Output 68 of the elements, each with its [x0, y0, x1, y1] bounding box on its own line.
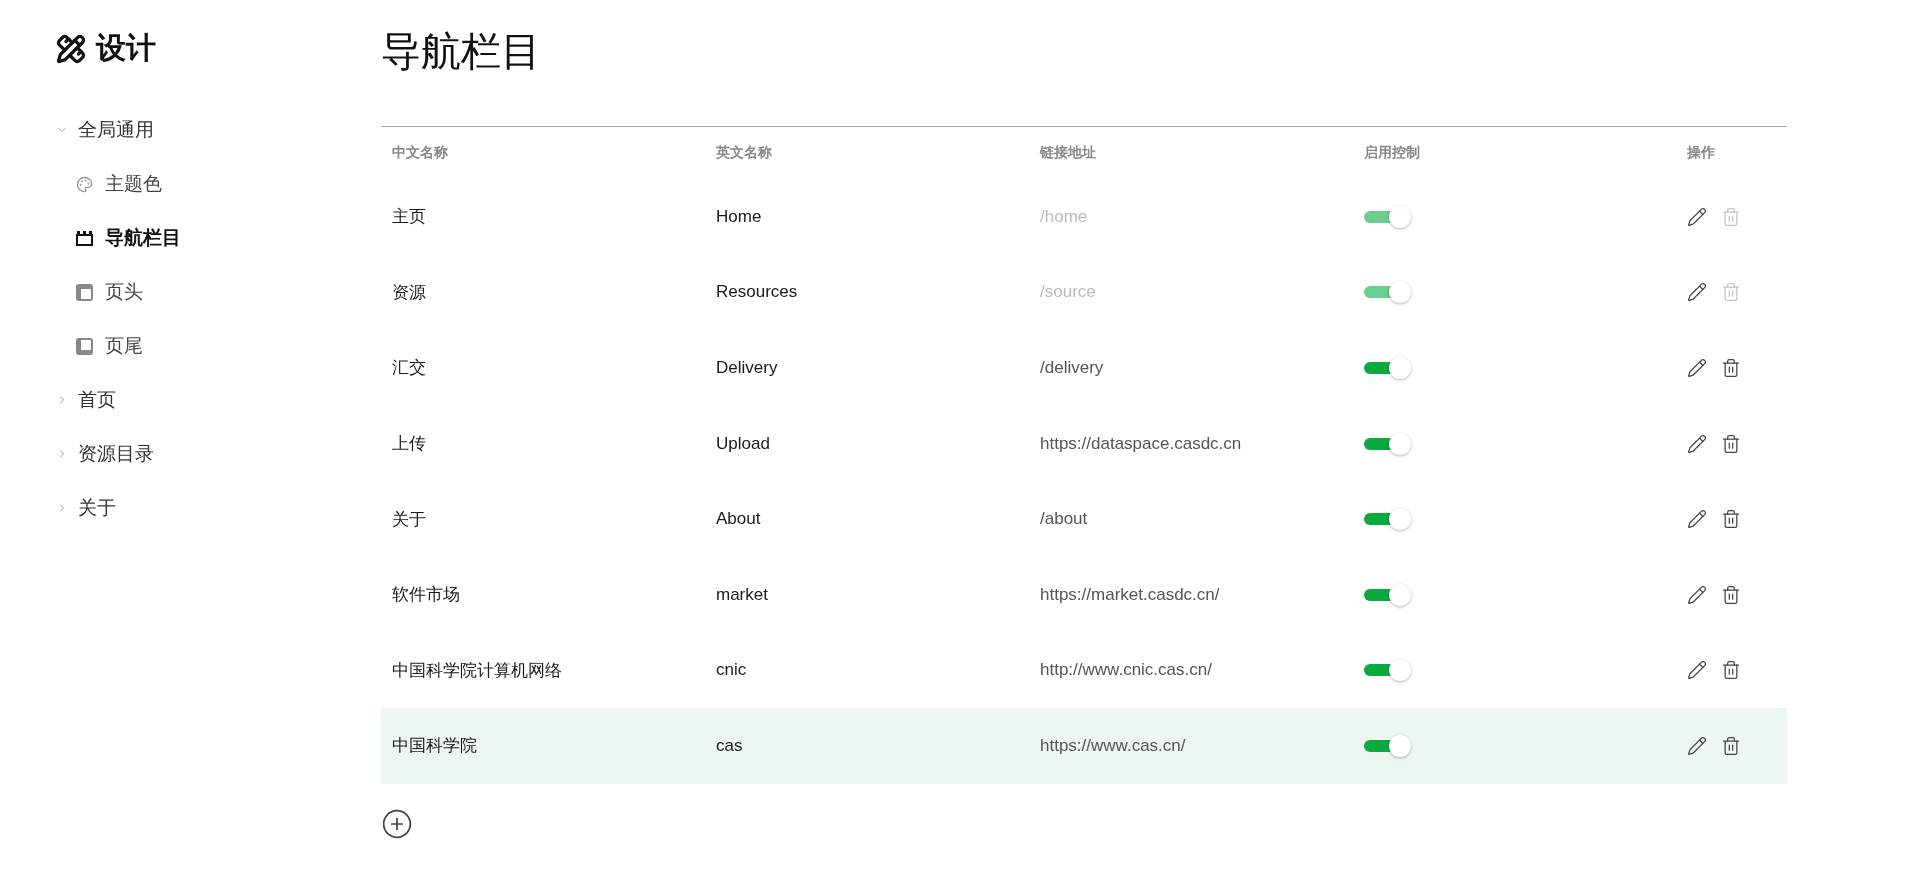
- edit-button[interactable]: [1687, 509, 1707, 530]
- table-cell-text: 资源: [391, 281, 426, 304]
- pencil-ruler-icon: [56, 33, 86, 64]
- sidebar-group-label: 首页: [78, 388, 116, 412]
- delete-button[interactable]: [1721, 509, 1741, 530]
- table-cell-text: 上传: [391, 433, 426, 456]
- sidebar-item-label: 页头: [105, 280, 143, 304]
- footer-layout-icon: [76, 337, 93, 355]
- delete-button[interactable]: [1721, 358, 1741, 378]
- sidebar-group[interactable]: 首页: [56, 373, 330, 427]
- column-header: 启用控制: [1363, 144, 1421, 162]
- table-cell-text: 汇交: [391, 357, 426, 380]
- table-cell-text: 软件市场: [391, 584, 460, 607]
- link-cell-text: https://www.cas.cn/: [1039, 735, 1186, 756]
- edit-button[interactable]: [1687, 584, 1707, 605]
- edit-button[interactable]: [1687, 660, 1707, 681]
- table-cell-text: About: [715, 509, 761, 530]
- sidebar-group-label: 关于: [78, 496, 116, 520]
- sidebar-item[interactable]: 主题色: [56, 157, 330, 211]
- link-cell-text: /home: [1039, 206, 1088, 227]
- sidebar-group-label: 全局通用: [78, 118, 154, 142]
- add-button[interactable]: [381, 807, 413, 840]
- link-cell-text: /about: [1039, 509, 1088, 530]
- table-cell-text: 中国科学院: [391, 735, 477, 758]
- column-header: 链接地址: [1038, 144, 1097, 162]
- header-layout-icon: [76, 283, 93, 301]
- table-cell-text: cnic: [715, 660, 747, 681]
- page-title: 导航栏目: [381, 28, 542, 75]
- link-cell-text: http://www.cnic.cas.cn/: [1039, 660, 1212, 681]
- delete-button[interactable]: [1721, 660, 1741, 681]
- navbar-icon: [76, 230, 93, 246]
- table-cell-text: 主页: [391, 206, 426, 229]
- sidebar-item-label: 页尾: [105, 334, 143, 358]
- app-title: 设计: [96, 30, 156, 66]
- edit-button[interactable]: [1687, 358, 1707, 378]
- sidebar-item[interactable]: 页头: [56, 265, 330, 319]
- sidebar-item-label: 导航栏目: [105, 226, 181, 250]
- column-header: 操作: [1686, 144, 1716, 162]
- link-cell-text: /source: [1039, 282, 1096, 303]
- table-cell-text: Upload: [715, 433, 770, 454]
- sidebar-group[interactable]: 资源目录: [56, 427, 330, 481]
- delete-button[interactable]: [1721, 433, 1741, 454]
- delete-button[interactable]: [1721, 584, 1741, 605]
- table-cell-text: market: [715, 584, 768, 605]
- table-cell-text: Resources: [715, 282, 798, 303]
- table-cell-text: Delivery: [715, 358, 778, 378]
- sidebar-item-label: 主题色: [105, 172, 162, 196]
- table-cell-text: Home: [715, 206, 762, 227]
- sidebar-group[interactable]: 全局通用: [56, 103, 330, 157]
- edit-button[interactable]: [1687, 282, 1707, 303]
- delete-button[interactable]: [1721, 735, 1741, 756]
- sidebar-group-label: 资源目录: [78, 442, 154, 466]
- column-header: 中文名称: [391, 144, 449, 162]
- link-cell-text: /delivery: [1039, 358, 1104, 378]
- sidebar-item[interactable]: 页尾: [56, 319, 330, 373]
- sidebar-group[interactable]: 关于: [56, 481, 330, 535]
- column-header: 英文名称: [715, 144, 773, 162]
- link-cell-text: https://market.casdc.cn/: [1039, 584, 1220, 605]
- link-cell-text: https://dataspace.casdc.cn: [1039, 433, 1242, 454]
- toggle-switch[interactable]: [1364, 355, 1413, 381]
- edit-button[interactable]: [1687, 433, 1707, 454]
- table-cell-text: 关于: [391, 508, 426, 531]
- table-cell-text: cas: [715, 735, 743, 756]
- sidebar-item[interactable]: 导航栏目: [56, 211, 330, 265]
- edit-button[interactable]: [1687, 206, 1707, 227]
- edit-button[interactable]: [1687, 735, 1707, 756]
- palette-icon: [76, 175, 93, 193]
- table-cell-text: 中国科学院计算机网络: [391, 659, 562, 682]
